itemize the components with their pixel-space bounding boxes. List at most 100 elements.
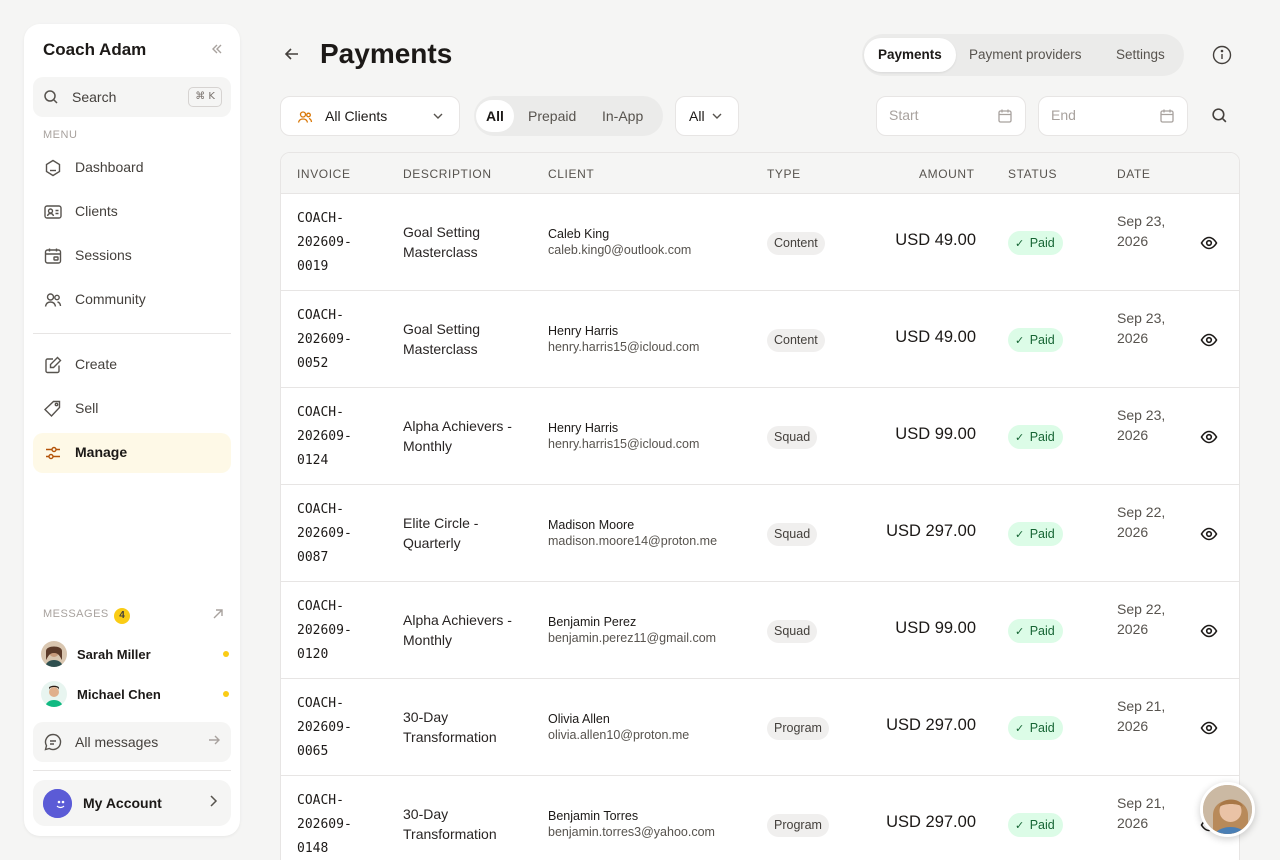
table-row[interactable]: COACH- 202609- 0120 Alpha Achievers - Mon… xyxy=(281,582,1239,679)
payment-date: Sep 23, 2026 xyxy=(1117,407,1166,443)
page-title: Payments xyxy=(320,38,453,69)
view-eye-icon[interactable] xyxy=(1200,234,1218,257)
chat-icon xyxy=(43,732,63,757)
collapse-sidebar-icon[interactable] xyxy=(210,42,224,59)
sidebar-item-label: Create xyxy=(75,356,118,372)
search-label: Search xyxy=(72,89,117,105)
sidebar-item-clients[interactable]: Clients xyxy=(33,192,231,232)
tab-settings[interactable]: Settings xyxy=(1102,38,1179,72)
dashboard-icon xyxy=(43,158,63,178)
community-icon xyxy=(43,290,63,310)
amount: USD 99.00 xyxy=(895,619,976,637)
clients-filter-select[interactable]: All Clients xyxy=(280,96,460,136)
amount: USD 297.00 xyxy=(886,716,976,734)
column-header-type: TYPE xyxy=(767,167,801,181)
client-cell: Henry Harris henry.harris15@icloud.com xyxy=(548,323,699,355)
segment-in-app[interactable]: In-App xyxy=(592,100,653,132)
payment-type-segmented-control: All Prepaid In-App xyxy=(474,96,663,136)
sidebar-item-sell[interactable]: Sell xyxy=(33,389,231,429)
payment-date: Sep 22, 2026 xyxy=(1117,504,1166,540)
check-icon: ✓ xyxy=(1015,723,1025,735)
invoice-number: COACH- 202609- 0019 xyxy=(297,211,352,274)
table-row[interactable]: COACH- 202609- 0124 Alpha Achievers - Mon… xyxy=(281,388,1239,485)
start-date-field[interactable] xyxy=(876,96,1026,136)
client-cell: Caleb King caleb.king0@outlook.com xyxy=(548,226,691,258)
message-item-sarah-miller[interactable]: Sarah Miller xyxy=(41,641,231,669)
column-header-client: CLIENT xyxy=(548,167,595,181)
amount: USD 297.00 xyxy=(886,813,976,831)
calendar-icon xyxy=(997,108,1013,129)
status-text: Paid xyxy=(1029,236,1055,250)
sidebar-item-manage[interactable]: Manage xyxy=(33,433,231,473)
tab-payments[interactable]: Payments xyxy=(864,38,956,72)
segment-all[interactable]: All xyxy=(476,100,514,132)
table-row[interactable]: COACH- 202609- 0065 30-Day Transformation… xyxy=(281,679,1239,776)
sidebar-item-dashboard[interactable]: Dashboard xyxy=(33,148,231,188)
payment-description: Elite Circle - Quarterly xyxy=(403,485,523,581)
back-button[interactable] xyxy=(282,44,302,69)
status-filter-select[interactable]: All xyxy=(675,96,739,136)
sidebar-item-create[interactable]: Create xyxy=(33,345,231,385)
start-date-input[interactable] xyxy=(889,107,989,123)
amount: USD 49.00 xyxy=(895,231,976,249)
open-messages-icon[interactable] xyxy=(212,608,224,623)
message-item-michael-chen[interactable]: Michael Chen xyxy=(41,681,231,709)
client-email: olivia.allen10@proton.me xyxy=(548,728,690,742)
description-text: 30-Day Transformation xyxy=(403,806,497,842)
messages-section-label: MESSAGES xyxy=(43,608,109,620)
payment-description: 30-Day Transformation xyxy=(403,776,523,860)
account-label: My Account xyxy=(83,795,162,811)
table-row[interactable]: COACH- 202609- 0019 Goal Setting Mastercl… xyxy=(281,194,1239,291)
sidebar-item-sessions[interactable]: Sessions xyxy=(33,236,231,276)
check-icon: ✓ xyxy=(1015,238,1025,250)
tag-icon xyxy=(43,399,63,419)
clients-filter-value: All Clients xyxy=(325,108,388,124)
sidebar-item-label: Manage xyxy=(75,444,128,460)
status-badge: ✓ Paid xyxy=(1008,522,1063,546)
column-header-description: DESCRIPTION xyxy=(403,167,492,181)
invoice-number: COACH- 202609- 0120 xyxy=(297,599,352,662)
view-eye-icon[interactable] xyxy=(1200,428,1218,451)
unread-indicator xyxy=(223,651,229,657)
support-chat-avatar[interactable] xyxy=(1200,782,1255,837)
view-eye-icon[interactable] xyxy=(1200,525,1218,548)
sidebar-item-label: Clients xyxy=(75,203,118,219)
description-text: Goal Setting Masterclass xyxy=(403,224,481,260)
type-badge: Program xyxy=(767,814,829,837)
payment-description: Goal Setting Masterclass xyxy=(403,194,523,290)
status-text: Paid xyxy=(1029,624,1055,638)
view-eye-icon[interactable] xyxy=(1200,622,1218,645)
view-eye-icon[interactable] xyxy=(1200,719,1218,742)
status-text: Paid xyxy=(1029,818,1055,832)
arrow-left-icon xyxy=(284,48,298,60)
status-text: Paid xyxy=(1029,430,1055,444)
clients-icon xyxy=(43,202,63,222)
sidebar-item-community[interactable]: Community xyxy=(33,280,231,320)
table-row[interactable]: COACH- 202609- 0052 Goal Setting Mastercl… xyxy=(281,291,1239,388)
users-icon xyxy=(297,109,313,130)
client-name: Caleb King xyxy=(548,227,610,241)
invoice-number: COACH- 202609- 0065 xyxy=(297,696,352,759)
end-date-field[interactable] xyxy=(1038,96,1188,136)
invoice-number: COACH- 202609- 0148 xyxy=(297,793,352,856)
client-name: Henry Harris xyxy=(548,421,619,435)
type-badge: Program xyxy=(767,717,829,740)
all-messages-button[interactable]: All messages xyxy=(33,722,231,762)
invoice-number: COACH- 202609- 0087 xyxy=(297,502,352,565)
my-account-button[interactable]: My Account xyxy=(33,780,231,826)
payment-date: Sep 22, 2026 xyxy=(1117,601,1166,637)
all-messages-label: All messages xyxy=(75,734,159,750)
description-text: Alpha Achievers - Monthly xyxy=(403,612,512,648)
table-row[interactable]: COACH- 202609- 0148 30-Day Transformation… xyxy=(281,776,1239,860)
sidebar-item-label: Community xyxy=(75,291,146,307)
segment-prepaid[interactable]: Prepaid xyxy=(518,100,586,132)
table-row[interactable]: COACH- 202609- 0087 Elite Circle - Quarte… xyxy=(281,485,1239,582)
client-email: caleb.king0@outlook.com xyxy=(548,243,692,257)
sidebar-search[interactable]: Search ⌘ K xyxy=(33,77,231,117)
search-button[interactable] xyxy=(1211,107,1228,129)
info-icon[interactable] xyxy=(1211,44,1233,71)
end-date-input[interactable] xyxy=(1051,107,1151,123)
view-eye-icon[interactable] xyxy=(1200,331,1218,354)
search-shortcut: ⌘ K xyxy=(188,87,222,107)
tab-payment-providers[interactable]: Payment providers xyxy=(955,38,1096,72)
